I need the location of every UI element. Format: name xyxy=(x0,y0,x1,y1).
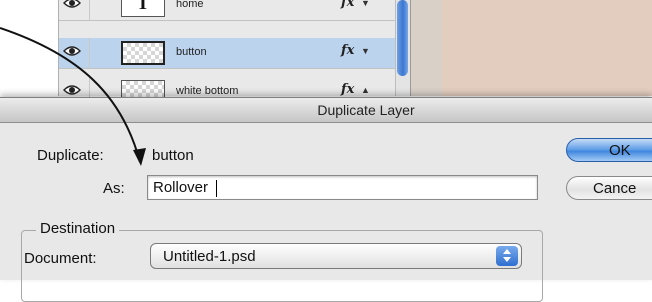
fx-icon[interactable]: fx xyxy=(341,43,354,58)
cancel-button-label: Cance xyxy=(593,180,637,197)
document-label: Document: xyxy=(24,250,97,267)
layers-panel: T home fx ▼ button fx ▼ white bottom fx … xyxy=(58,0,411,108)
dialog-title: Duplicate Layer xyxy=(317,102,415,118)
layer-row-home[interactable]: T home fx ▼ xyxy=(59,0,411,21)
eye-icon[interactable] xyxy=(63,45,81,57)
eye-icon[interactable] xyxy=(63,0,81,9)
document-select-value: Untitled-1.psd xyxy=(163,248,256,265)
document-canvas xyxy=(442,0,652,96)
layer-row-button[interactable]: button fx ▼ xyxy=(59,38,411,69)
text-caret xyxy=(216,180,217,197)
text-layer-icon: T xyxy=(136,0,150,14)
layer-name: button xyxy=(176,46,207,58)
column-divider xyxy=(89,0,90,20)
fx-icon[interactable]: fx xyxy=(341,0,354,10)
ok-button-label: OK xyxy=(609,142,631,159)
dialog-titlebar[interactable]: Duplicate Layer xyxy=(0,98,652,123)
eye-icon[interactable] xyxy=(63,84,81,96)
ok-button[interactable]: OK xyxy=(566,138,652,162)
column-divider xyxy=(89,38,90,68)
layer-name: home xyxy=(176,0,204,10)
collapse-arrow-icon[interactable]: ▲ xyxy=(361,85,370,95)
layer-thumbnail xyxy=(121,41,165,65)
cancel-button[interactable]: Cance xyxy=(566,176,652,200)
as-name-input[interactable] xyxy=(147,175,538,200)
layer-name: white bottom xyxy=(176,85,239,97)
document-select[interactable]: Untitled-1.psd xyxy=(150,243,522,269)
select-arrows-icon[interactable] xyxy=(496,246,518,266)
duplicate-layer-dialog: Duplicate Layer Duplicate: button As: De… xyxy=(0,97,652,302)
destination-legend: Destination xyxy=(36,220,120,237)
expand-arrow-icon[interactable]: ▼ xyxy=(361,0,370,8)
layers-scroll-thumb[interactable] xyxy=(397,0,408,76)
duplicate-label: Duplicate: xyxy=(37,147,104,164)
fx-icon[interactable]: fx xyxy=(341,82,354,97)
expand-arrow-icon[interactable]: ▼ xyxy=(361,46,370,56)
as-label: As: xyxy=(103,180,125,197)
duplicate-value: button xyxy=(152,147,194,164)
layer-thumbnail: T xyxy=(121,0,165,17)
